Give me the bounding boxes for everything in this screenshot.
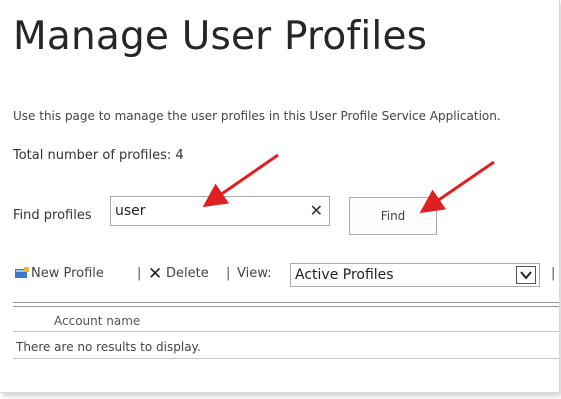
toolbar-separator: | <box>551 266 556 281</box>
toolbar-separator: | <box>137 266 142 281</box>
annotation-arrow-search <box>202 153 279 208</box>
page-description: Use this page to manage the user profile… <box>13 109 501 123</box>
annotation-arrow-find <box>419 160 495 214</box>
table-header-rule <box>13 331 559 332</box>
clear-icon[interactable]: ✕ <box>310 200 323 222</box>
table-top-rule <box>13 306 559 307</box>
find-profiles-label: Find profiles <box>13 208 92 223</box>
total-profiles-count: Total number of profiles: 4 <box>13 148 184 163</box>
find-button[interactable]: Find <box>349 197 437 235</box>
view-select[interactable]: Active Profiles <box>290 263 540 287</box>
delete-label: Delete <box>166 266 209 281</box>
table-bottom-rule <box>13 358 559 359</box>
view-selected-value: Active Profiles <box>295 267 394 283</box>
page-title: Manage User Profiles <box>13 14 428 59</box>
search-box: ✕ <box>110 196 330 226</box>
table-top-rule <box>13 302 559 303</box>
view-label: View: <box>237 266 272 281</box>
search-input[interactable] <box>115 200 300 222</box>
empty-results-message: There are no results to display. <box>16 340 201 354</box>
toolbar-separator: | <box>226 266 231 281</box>
new-profile-icon <box>15 267 29 278</box>
delete-icon: ✕ <box>148 264 163 284</box>
column-header-account-name[interactable]: Account name <box>54 314 140 328</box>
page-frame: Manage User Profiles Use this page to ma… <box>0 0 560 393</box>
chevron-down-icon[interactable] <box>516 266 536 284</box>
new-profile-label: New Profile <box>31 266 104 281</box>
